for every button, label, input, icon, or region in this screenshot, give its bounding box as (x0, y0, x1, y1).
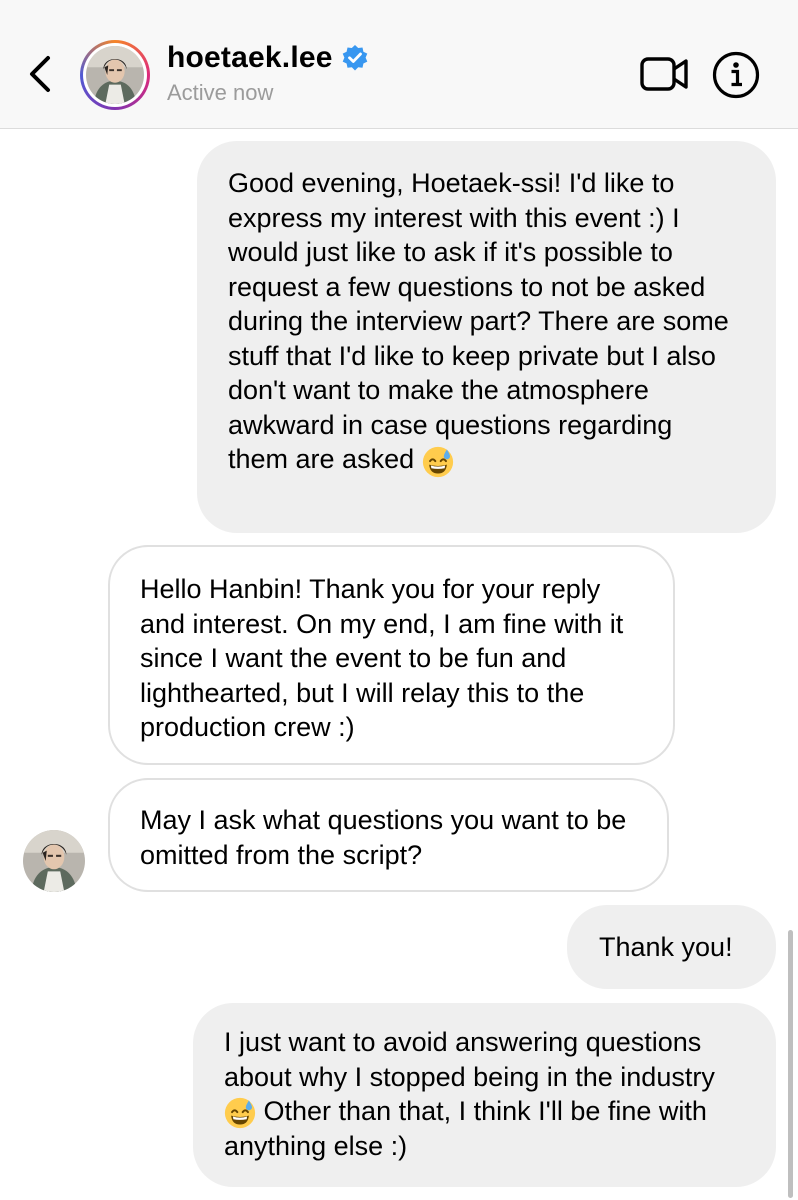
message-text: Thank you! (599, 932, 733, 962)
name-row[interactable]: hoetaek.lee (167, 38, 369, 78)
message-bubble-received[interactable]: May I ask what questions you want to be … (108, 778, 669, 892)
avatar-image (86, 46, 144, 104)
profile-avatar[interactable] (80, 40, 150, 110)
chat-header: hoetaek.lee Active now (0, 0, 798, 129)
verified-badge-icon (342, 45, 367, 71)
info-icon[interactable] (712, 51, 760, 99)
scrollbar[interactable] (788, 930, 793, 1198)
message-text: Other than that, I think I'll be fine wi… (224, 1096, 707, 1161)
username[interactable]: hoetaek.lee (167, 41, 333, 75)
message-text: Hello Hanbin! Thank you for your reply a… (140, 574, 624, 742)
active-status: Active now (167, 80, 274, 105)
back-chevron-icon[interactable] (22, 52, 58, 96)
message-text: Good evening, Hoetaek-ssi! I'd like to e… (228, 168, 729, 474)
message-bubble-sent[interactable]: Thank you! (567, 905, 776, 989)
message-text: May I ask what questions you want to be … (140, 805, 627, 870)
message-text: I just want to avoid answering questions… (224, 1027, 715, 1092)
message-bubble-sent[interactable]: I just want to avoid answering questions… (193, 1003, 776, 1187)
sender-avatar[interactable] (23, 830, 85, 892)
video-camera-icon[interactable] (640, 56, 690, 92)
message-bubble-sent[interactable]: Good evening, Hoetaek-ssi! I'd like to e… (197, 141, 776, 533)
message-bubble-received[interactable]: Hello Hanbin! Thank you for your reply a… (108, 545, 675, 765)
grinning-sweat-emoji-icon (422, 446, 454, 478)
grinning-sweat-emoji-icon (224, 1097, 256, 1129)
